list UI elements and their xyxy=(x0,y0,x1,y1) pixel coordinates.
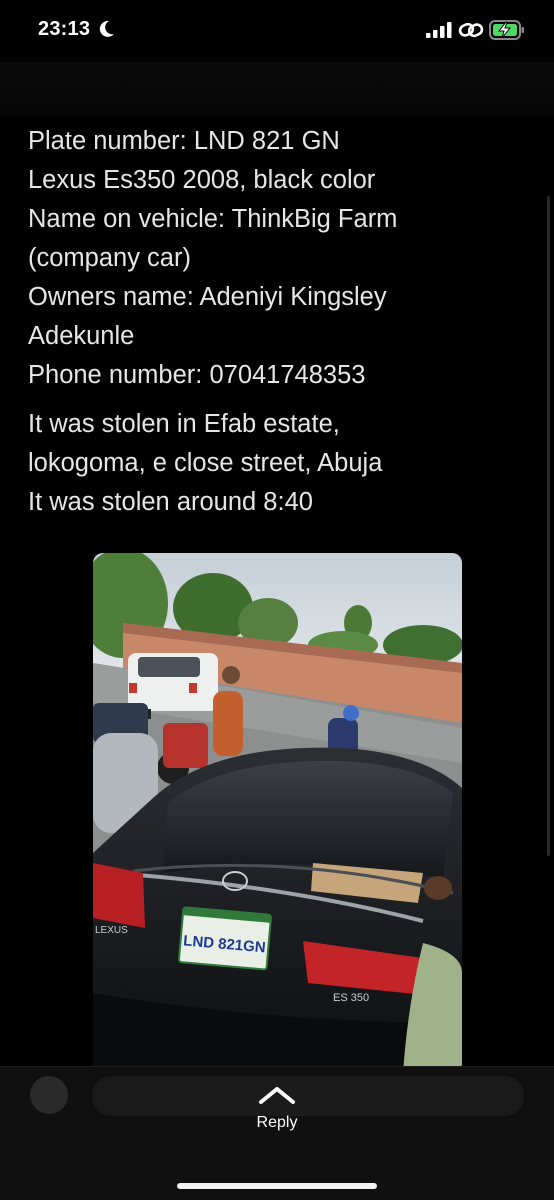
header-fade xyxy=(0,62,554,116)
message-text: Plate number: LND 821 GN Lexus Es350 200… xyxy=(28,122,528,522)
home-indicator[interactable] xyxy=(177,1183,377,1189)
link-icon xyxy=(458,22,484,38)
model-badge: ES 350 xyxy=(333,992,369,1004)
message-line: (company car) xyxy=(28,244,191,272)
scroll-indicator[interactable] xyxy=(547,196,550,856)
message-line: Owners name: Adeniyi Kingsley xyxy=(28,283,387,311)
bottom-bar: Reply xyxy=(0,1066,554,1200)
signal-icon xyxy=(426,22,452,38)
message-line: Adekunle xyxy=(28,322,135,350)
battery-charging-icon xyxy=(489,20,524,40)
message-line: It was stolen around 8:40 xyxy=(28,488,313,516)
divider xyxy=(0,1066,554,1067)
reply-label: Reply xyxy=(256,1114,298,1131)
status-bar: 23:13 xyxy=(0,0,554,62)
message-line: Name on vehicle: ThinkBig Farm xyxy=(28,205,398,233)
moon-icon xyxy=(99,20,114,37)
license-plate: LND 821GN xyxy=(177,906,272,971)
car-photo-illustration: LND 821GN ES 350 LEXUS xyxy=(93,553,462,1073)
message-line: Phone number: 07041748353 xyxy=(28,361,366,389)
message-line: lokogoma, e close street, Abuja xyxy=(28,449,383,477)
screen: 23:13 Plate number: LND 821 GN Lexus Es3… xyxy=(0,0,554,1200)
message-line: Plate number: LND 821 GN xyxy=(28,127,340,155)
avatar xyxy=(30,1076,68,1114)
message-line: Lexus Es350 2008, black color xyxy=(28,166,376,194)
message-line: It was stolen in Efab estate, xyxy=(28,410,340,438)
chevron-up-icon xyxy=(259,1087,295,1104)
brand-badge: LEXUS xyxy=(95,925,128,936)
car-photo[interactable]: LND 821GN ES 350 LEXUS xyxy=(93,553,462,1073)
reply-button[interactable]: Reply xyxy=(232,1084,322,1154)
status-time: 23:13 xyxy=(38,18,91,40)
